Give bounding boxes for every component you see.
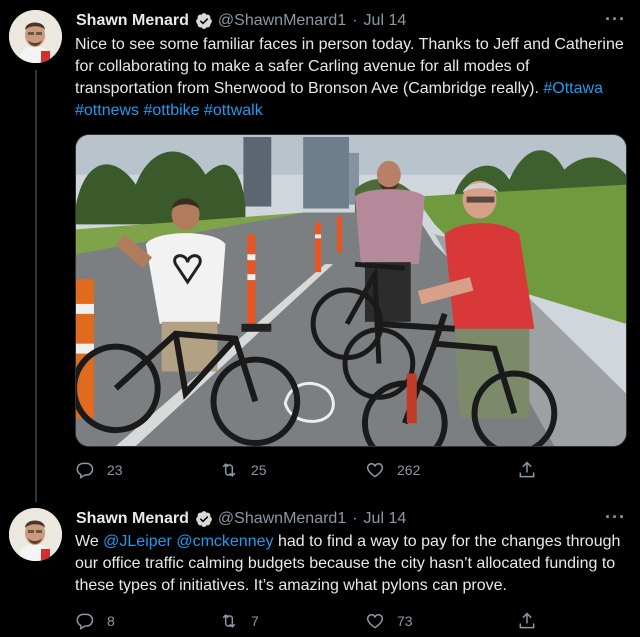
- avatar[interactable]: [9, 508, 62, 561]
- author-handle[interactable]: @ShawnMenard1: [218, 510, 346, 528]
- share-button[interactable]: [517, 610, 537, 632]
- tweet-date[interactable]: Jul 14: [364, 510, 407, 528]
- retweet-count: 25: [251, 462, 267, 478]
- tweet-actions: 23 25 262: [75, 459, 545, 481]
- retweet-button[interactable]: 25: [219, 459, 267, 481]
- reply-icon: [76, 613, 94, 630]
- hashtag-link[interactable]: #ottbike: [144, 102, 200, 119]
- tweet-actions: 8 7 73: [75, 610, 545, 632]
- tweet[interactable]: Shawn Menard @ShawnMenard1 · Jul 14 ··· …: [0, 502, 640, 637]
- tweet-header: Shawn Menard @ShawnMenard1 · Jul 14 ···: [76, 10, 626, 32]
- retweet-button[interactable]: 7: [219, 610, 259, 632]
- reply-count: 8: [107, 613, 115, 629]
- hashtag-link[interactable]: #ottwalk: [204, 102, 263, 119]
- reply-count: 23: [107, 462, 123, 478]
- more-icon[interactable]: ···: [605, 508, 626, 526]
- like-button[interactable]: 262: [365, 459, 420, 481]
- share-button[interactable]: [517, 459, 537, 481]
- tweet-text: Nice to see some familiar faces in perso…: [75, 34, 626, 122]
- retweet-icon: [222, 463, 236, 477]
- tweet-date[interactable]: Jul 14: [364, 12, 407, 30]
- author-name[interactable]: Shawn Menard: [76, 12, 189, 30]
- tweet[interactable]: Shawn Menard @ShawnMenard1 · Jul 14 ··· …: [0, 0, 640, 502]
- like-count: 73: [397, 613, 413, 629]
- mention-link[interactable]: @cmckenney: [176, 533, 273, 550]
- verified-badge-icon: [196, 511, 212, 527]
- share-icon: [519, 612, 535, 629]
- separator-dot: ·: [352, 12, 358, 29]
- like-button[interactable]: 73: [365, 610, 413, 632]
- reply-icon: [76, 462, 94, 479]
- like-count: 262: [397, 462, 421, 478]
- tweet-photo[interactable]: [75, 134, 627, 447]
- avatar[interactable]: [9, 10, 62, 63]
- reply-button[interactable]: 23: [75, 459, 123, 481]
- like-icon: [366, 462, 384, 478]
- share-icon: [519, 461, 535, 478]
- separator-dot: ·: [352, 510, 358, 527]
- tweet-text: We @JLeiper @cmckenney had to find a way…: [75, 531, 626, 597]
- hashtag-link[interactable]: #ottnews: [75, 102, 139, 119]
- verified-badge-icon: [196, 13, 212, 29]
- retweet-icon: [222, 614, 236, 628]
- tweet-header: Shawn Menard @ShawnMenard1 · Jul 14 ···: [76, 508, 626, 530]
- hashtag-link[interactable]: #Ottawa: [543, 80, 603, 97]
- more-icon[interactable]: ···: [605, 10, 626, 28]
- author-name[interactable]: Shawn Menard: [76, 510, 189, 528]
- like-icon: [366, 613, 384, 629]
- retweet-count: 7: [251, 613, 259, 629]
- tweet-body-prefix: We: [75, 533, 104, 550]
- author-handle[interactable]: @ShawnMenard1: [218, 12, 346, 30]
- mention-link[interactable]: @JLeiper: [103, 533, 172, 550]
- tweet-body: Nice to see some familiar faces in perso…: [75, 36, 624, 97]
- reply-button[interactable]: 8: [75, 610, 115, 632]
